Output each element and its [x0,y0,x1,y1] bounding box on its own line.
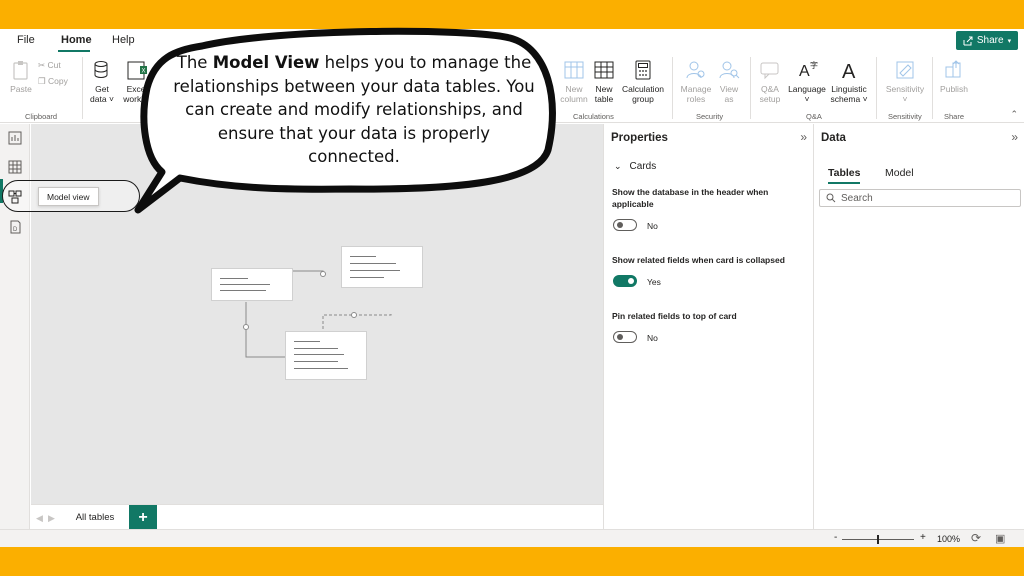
callout-prefix: The [176,53,213,72]
callout-text: The Model View helps you to manage the r… [170,51,538,169]
callout-bold: Model View [212,53,320,72]
